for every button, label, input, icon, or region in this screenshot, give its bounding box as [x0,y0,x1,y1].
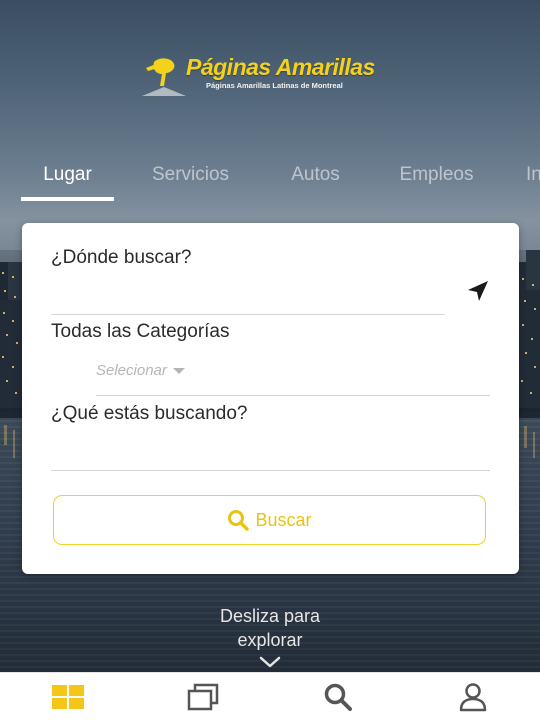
nav-profile[interactable] [405,673,540,720]
where-input-underline [51,314,445,315]
nav-search[interactable] [270,673,405,720]
swipe-hint-line1: Desliza para [219,606,321,626]
nav-pages[interactable] [135,673,270,720]
bottom-navigation [0,672,540,720]
what-input-underline [51,470,490,471]
search-card: ¿Dónde buscar? Todas las Categorías Sele… [22,223,519,574]
chevron-down-icon[interactable] [259,656,281,668]
search-icon [228,510,250,531]
categories-label: Todas las Categorías [51,321,230,342]
grid-icon [51,685,84,709]
walking-fingers-logo-icon [142,58,186,96]
caret-down-icon [172,368,185,374]
where-input[interactable] [51,277,445,313]
user-icon [459,683,486,712]
search-button-label: Buscar [255,509,312,530]
location-arrow-icon[interactable] [466,279,490,303]
logo-subtitle: Páginas Amarillas Latinas de Montreal [206,81,343,90]
nav-home[interactable] [0,673,135,720]
app-logo: Páginas Amarillas Páginas Amarillas Lati… [138,54,388,98]
tab-servicios[interactable]: Servicios [140,160,241,200]
where-label: ¿Dónde buscar? [51,247,192,268]
logo-title: Páginas Amarillas [186,54,375,80]
tab-autos[interactable]: Autos [280,160,351,200]
pages-icon [187,683,218,711]
swipe-hint-line2: explorar [237,630,303,650]
swipe-hint[interactable]: Desliza para explorar [170,604,370,652]
search-icon [324,683,352,711]
tab-partial[interactable]: In [526,160,540,200]
category-select[interactable]: Selecionar [96,359,185,381]
search-button[interactable]: Buscar [53,495,486,545]
what-input[interactable] [51,433,490,469]
tab-lugar[interactable]: Lugar [21,160,114,200]
tab-empleos[interactable]: Empleos [390,160,483,200]
active-tab-indicator [21,197,114,201]
category-select-value: Selecionar [96,361,167,379]
what-label: ¿Qué estás buscando? [51,403,248,424]
category-tabs: Lugar Servicios Autos Empleos In [0,160,540,204]
category-underline [96,395,490,396]
